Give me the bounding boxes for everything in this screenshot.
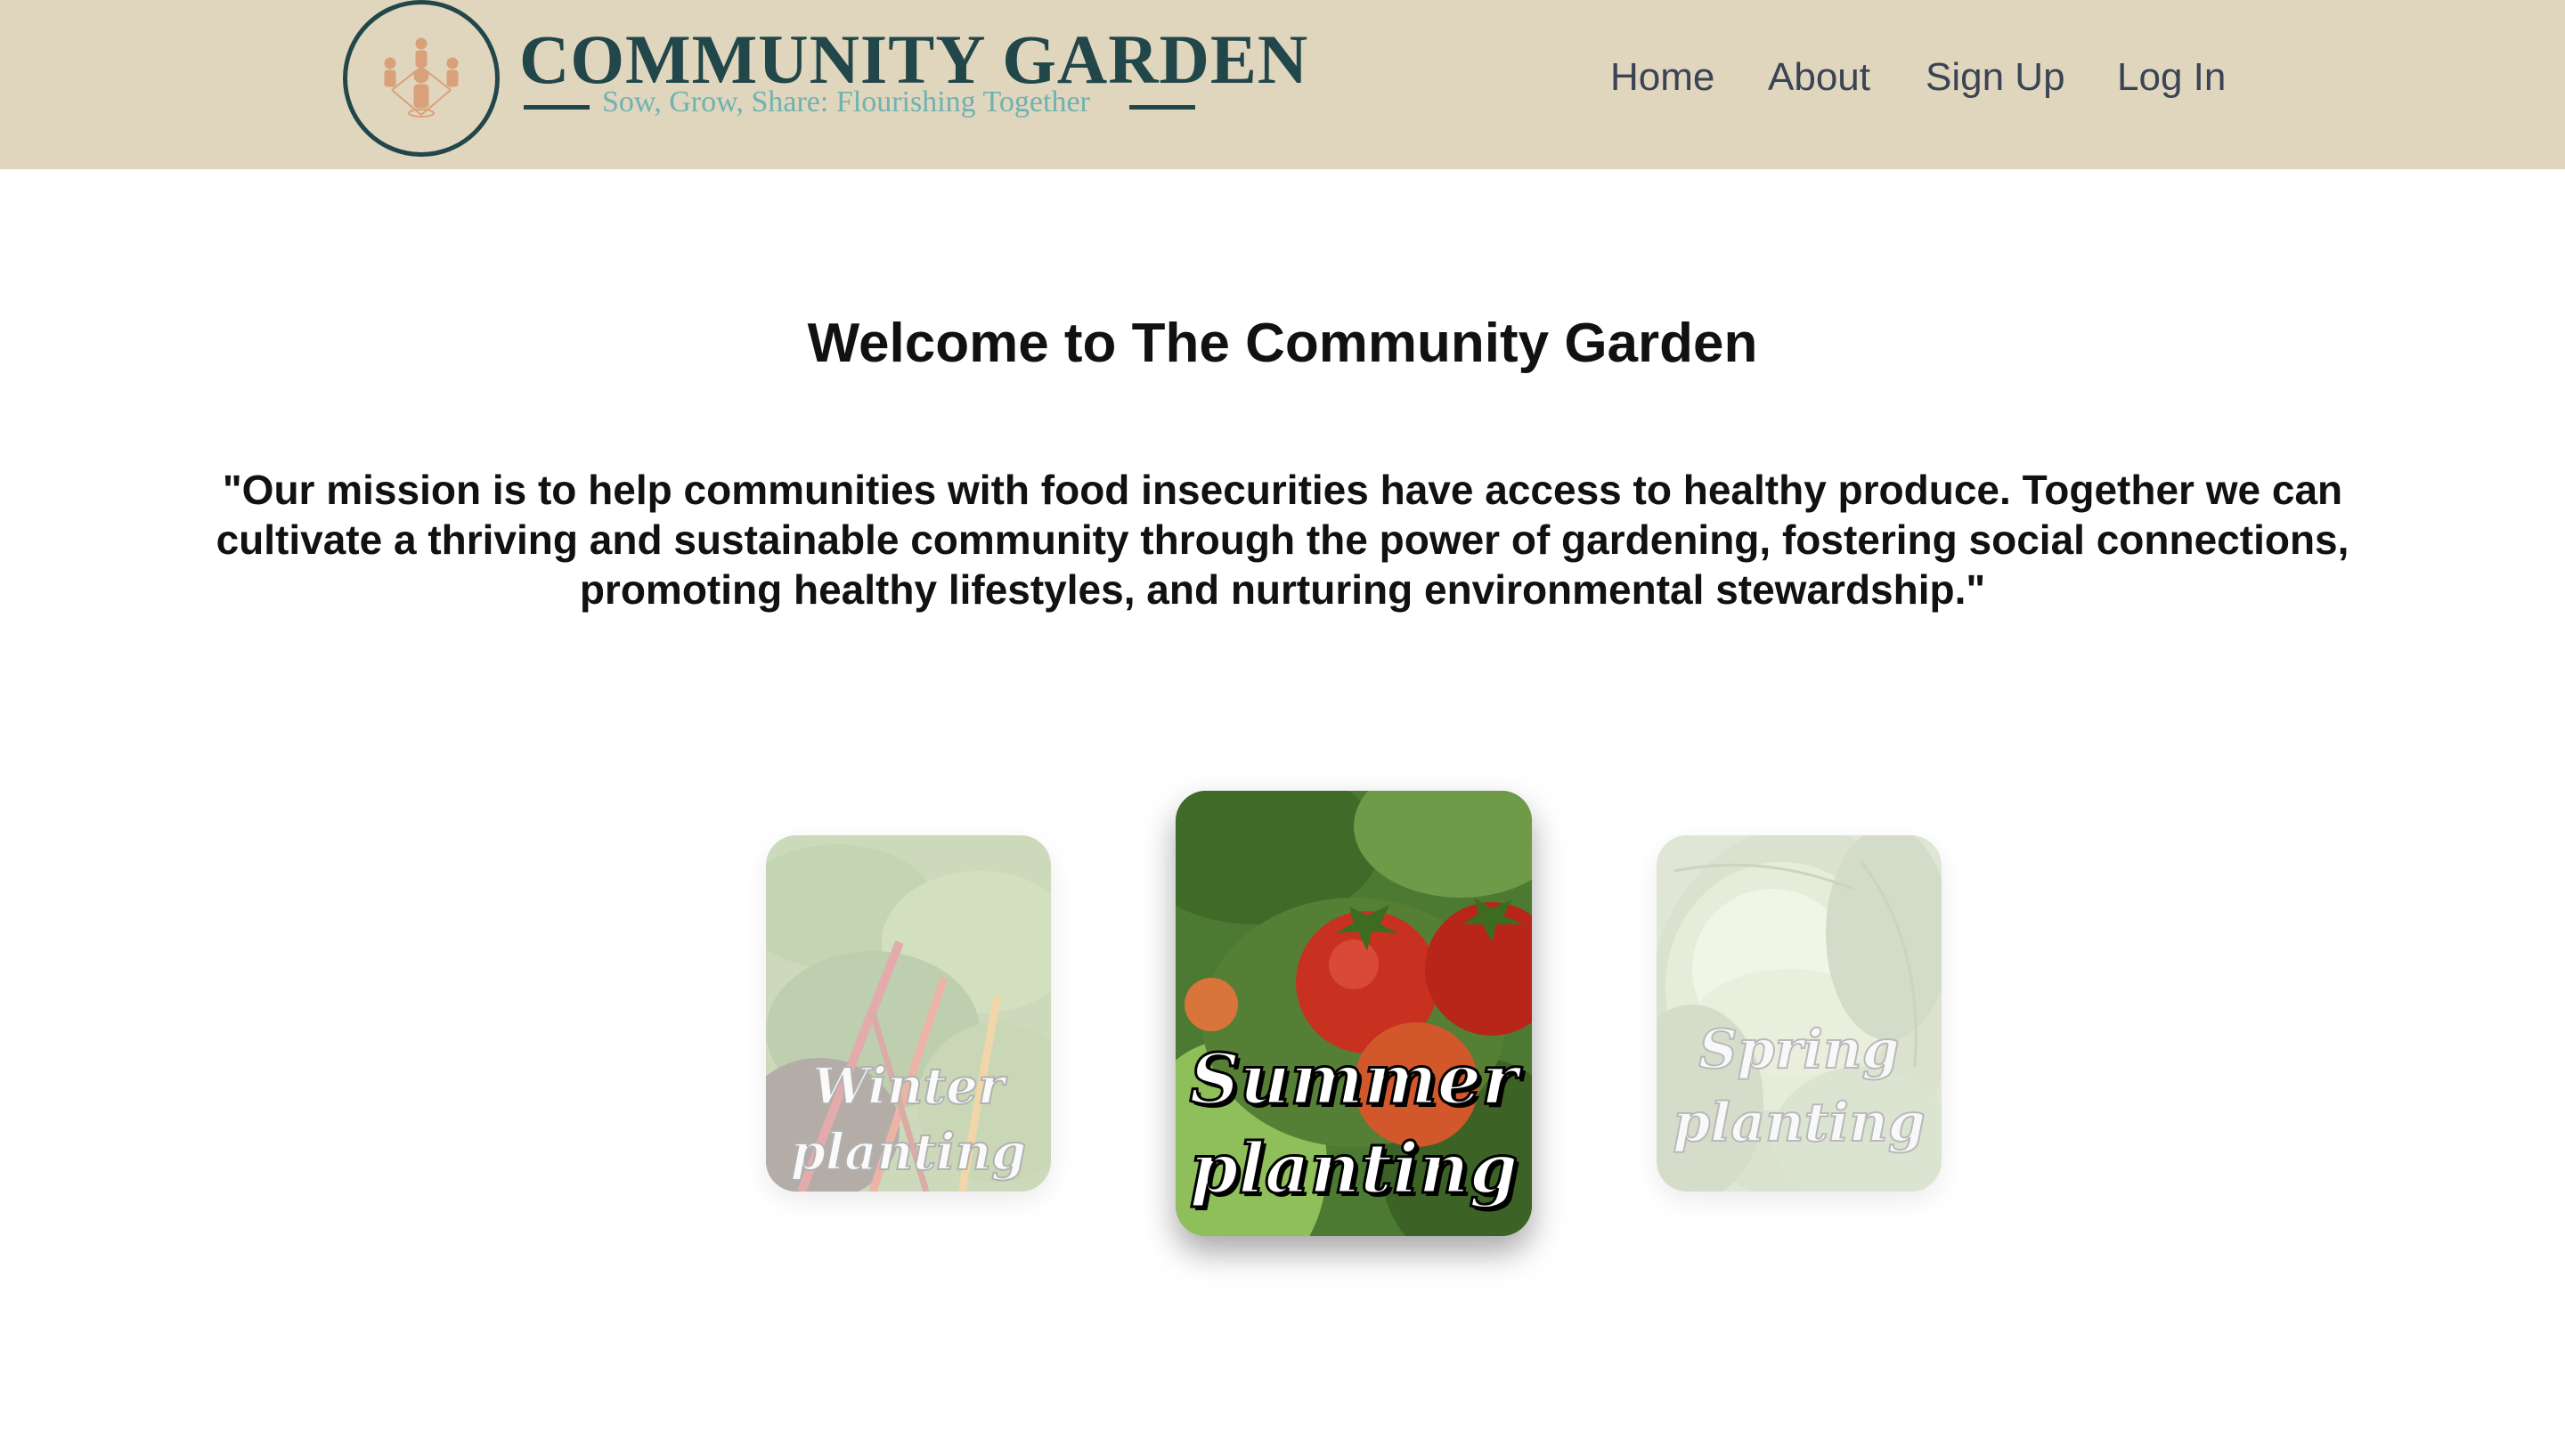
nav-login-link[interactable]: Log In (2117, 55, 2226, 100)
nav-signup-link[interactable]: Sign Up (1926, 55, 2065, 100)
brand-tagline: Sow, Grow, Share: Flourishing Together (602, 85, 1090, 118)
summer-planting-card[interactable]: Summer planting (1176, 791, 1532, 1236)
spring-card-label: Spring planting (1657, 1013, 1942, 1159)
winter-card-label: Winter planting (766, 1053, 1051, 1185)
spring-planting-card[interactable]: Spring planting (1657, 835, 1942, 1192)
mission-statement: "Our mission is to help communities with… (216, 467, 2349, 613)
summer-label-line2: planting (1188, 1127, 1519, 1211)
welcome-heading: Welcome to The Community Garden (807, 313, 1758, 374)
nav-home-link[interactable]: Home (1610, 55, 1714, 100)
spring-label-line2: planting (1672, 1091, 1926, 1155)
summer-label-line1: Summer (1188, 1038, 1519, 1122)
tagline-divider-left (524, 105, 590, 110)
tagline-divider-right (1129, 105, 1195, 110)
site-header: COMMUNITY GARDEN Sow, Grow, Share: Flour… (0, 0, 2565, 169)
summer-card-label: Summer planting (1176, 1036, 1532, 1214)
community-people-icon (384, 37, 459, 118)
logo[interactable] (343, 0, 500, 157)
winter-label-line2: planting (790, 1122, 1027, 1183)
nav-about-link[interactable]: About (1768, 55, 1870, 100)
spring-label-line1: Spring (1698, 1018, 1900, 1082)
winter-label-line1: Winter (812, 1056, 1006, 1117)
winter-planting-card[interactable]: Winter planting (766, 835, 1051, 1192)
